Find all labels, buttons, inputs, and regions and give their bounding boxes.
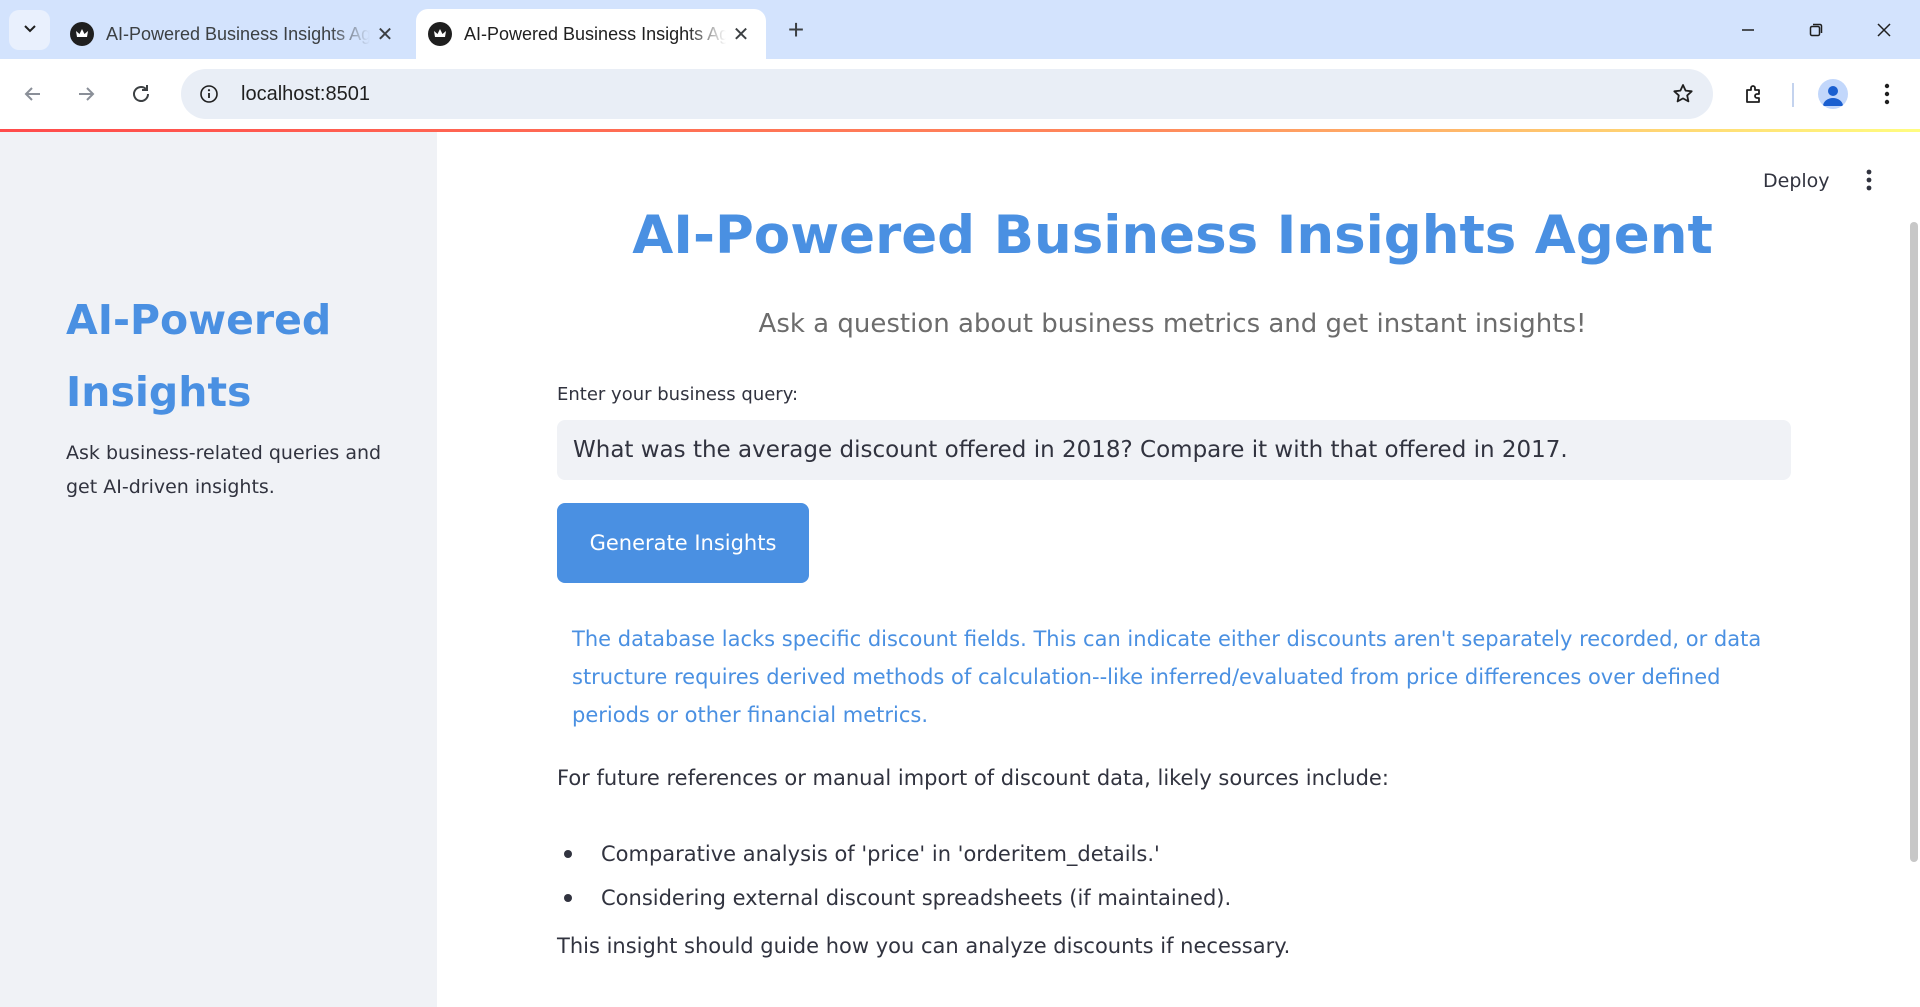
sidebar-title: AI-Powered Insights bbox=[66, 296, 332, 416]
url-text[interactable]: localhost:8501 bbox=[241, 83, 370, 106]
closing-text: This insight should guide how you can an… bbox=[557, 934, 1291, 958]
list-item-text: Considering external discount spreadshee… bbox=[601, 886, 1232, 910]
list-item-text: Comparative analysis of 'price' in 'orde… bbox=[601, 842, 1160, 866]
list-item: Considering external discount spreadshee… bbox=[557, 876, 1757, 920]
close-icon[interactable]: ✕ bbox=[370, 19, 400, 49]
profile-icon bbox=[1818, 79, 1848, 109]
restore-icon[interactable] bbox=[1788, 8, 1844, 52]
favicon-icon bbox=[428, 22, 452, 46]
toolbar-divider bbox=[1792, 83, 1794, 107]
profile-button[interactable] bbox=[1813, 74, 1853, 114]
tab-title: AI-Powered Business Insights Agent bbox=[106, 23, 370, 44]
query-input[interactable] bbox=[557, 420, 1791, 480]
favicon-icon bbox=[70, 22, 94, 46]
browser-toolbar: localhost:8501 bbox=[0, 59, 1920, 131]
insight-text: The database lacks specific discount fie… bbox=[572, 627, 1762, 727]
chrome-menu-icon[interactable] bbox=[1867, 74, 1907, 114]
query-label: Enter your business query: bbox=[557, 384, 799, 405]
close-icon[interactable]: ✕ bbox=[726, 19, 756, 49]
browser-tab-bar: AI-Powered Business Insights Agent ✕ AI-… bbox=[0, 0, 1920, 59]
site-info-icon[interactable] bbox=[193, 78, 225, 110]
list-item: Comparative analysis of 'price' in 'orde… bbox=[557, 832, 1757, 876]
tab-title: AI-Powered Business Insights Agent bbox=[464, 23, 726, 44]
bullet-icon bbox=[564, 850, 572, 858]
generate-insights-button[interactable]: Generate Insights bbox=[557, 503, 809, 583]
forward-icon[interactable] bbox=[66, 74, 106, 114]
vertical-scrollbar[interactable] bbox=[1910, 222, 1918, 862]
window-close-icon[interactable] bbox=[1856, 8, 1912, 52]
back-icon[interactable] bbox=[13, 74, 53, 114]
reload-icon[interactable] bbox=[121, 74, 161, 114]
bookmark-star-icon[interactable] bbox=[1667, 78, 1699, 110]
chevron-down-icon bbox=[22, 20, 38, 41]
sidebar-description: Ask business-related queries and get AI-… bbox=[66, 442, 382, 498]
main-content: Deploy AI-Powered Business Insights Agen… bbox=[437, 132, 1920, 1007]
sources-intro: For future references or manual import o… bbox=[557, 766, 1389, 790]
deploy-button[interactable]: Deploy bbox=[1755, 166, 1838, 196]
sources-list: Comparative analysis of 'price' in 'orde… bbox=[557, 832, 1757, 920]
minimize-icon[interactable] bbox=[1720, 8, 1776, 52]
app-menu-icon[interactable] bbox=[1849, 160, 1889, 200]
new-tab-icon[interactable]: + bbox=[780, 14, 812, 46]
extensions-icon[interactable] bbox=[1734, 74, 1774, 114]
tab-search-button[interactable] bbox=[9, 10, 50, 50]
address-bar[interactable]: localhost:8501 bbox=[181, 69, 1713, 119]
browser-tab-2[interactable]: AI-Powered Business Insights Agent ✕ bbox=[416, 9, 766, 59]
sidebar: AI-Powered Insights Ask business-related… bbox=[0, 132, 437, 1007]
page-subtitle: Ask a question about business metrics an… bbox=[758, 309, 1587, 339]
browser-tab-1[interactable]: AI-Powered Business Insights Agent ✕ bbox=[58, 9, 410, 59]
page-title: AI-Powered Business Insights Agent bbox=[632, 205, 1713, 266]
bullet-icon bbox=[564, 894, 572, 902]
